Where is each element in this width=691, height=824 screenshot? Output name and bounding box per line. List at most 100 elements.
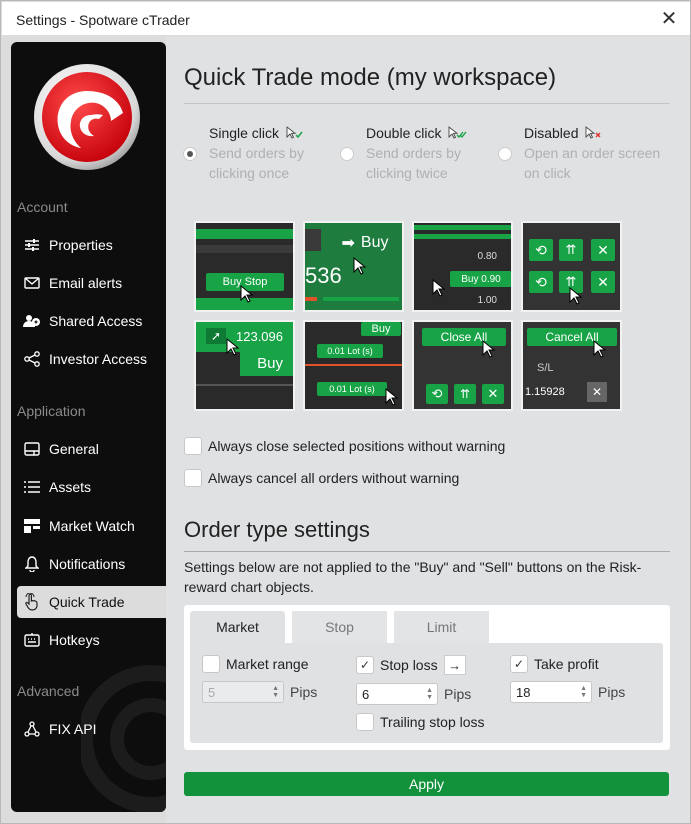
tab-stop[interactable]: Stop <box>292 611 387 643</box>
general-icon <box>22 439 42 459</box>
sidebar-item-properties[interactable]: Properties <box>17 229 166 261</box>
take-profit-input[interactable]: 18 ▲ ▼ <box>510 681 592 703</box>
price-label: 1.15928 <box>525 386 565 398</box>
quick-trade-examples: Buy Stop ➡ Buy 536 0.80 Buy 0.90 1.00 ⟲ … <box>194 221 626 411</box>
tab-limit[interactable]: Limit <box>394 611 489 643</box>
input-value: 5 <box>208 684 216 700</box>
field-label: Stop loss <box>380 657 438 673</box>
market-range-option[interactable]: Market range <box>202 655 308 673</box>
envelope-icon <box>22 273 42 293</box>
mode-description: Send orders by clicking twice <box>366 145 461 181</box>
up-arrow-icon: ➚ <box>206 328 226 344</box>
radio-single-click[interactable] <box>183 147 197 161</box>
sidebar-item-label: Market Watch <box>49 518 135 534</box>
market-range-input[interactable]: 5 ▲ ▼ <box>202 681 284 703</box>
lot-label: 0.01 Lot (s) <box>317 382 387 396</box>
take-profit-option[interactable]: ✓ Take profit <box>510 655 599 673</box>
sidebar-item-investor-access[interactable]: Investor Access <box>17 343 166 375</box>
checkbox-take-profit[interactable]: ✓ <box>510 655 528 673</box>
option-label: Always cancel all orders without warning <box>208 470 460 486</box>
example-buy-stop: Buy Stop <box>194 221 295 312</box>
cursor-icon <box>385 388 399 406</box>
share-icon <box>22 349 42 369</box>
cursor-double-check-icon <box>449 126 468 139</box>
sidebar-item-label: Hotkeys <box>49 632 100 648</box>
section-application: Application <box>17 403 86 419</box>
close-x-icon: ✕ <box>591 239 615 261</box>
option-close-positions[interactable]: Always close selected positions without … <box>184 437 505 455</box>
window-title: Settings - Spotware cTrader <box>16 12 190 28</box>
keyboard-icon <box>22 630 42 650</box>
cursor-cross-icon <box>586 126 601 139</box>
network-icon <box>22 719 42 739</box>
cursor-check-icon <box>286 126 303 139</box>
mode-title: Single click <box>209 125 280 141</box>
list-icon <box>22 477 42 497</box>
close-icon[interactable]: ✕ <box>658 9 680 31</box>
close-x-icon: ✕ <box>591 271 615 293</box>
mode-single-click[interactable]: Single click Send orders by clicking onc… <box>183 125 349 183</box>
take-profit-input-group: 18 ▲ ▼ Pips <box>510 681 625 703</box>
double-arrow-icon: ⇈ <box>454 384 476 404</box>
sidebar-item-label: Quick Trade <box>49 594 125 610</box>
stepper-icon: ▲ ▼ <box>272 685 279 699</box>
sidebar-item-label: Email alerts <box>49 275 123 291</box>
radio-disabled[interactable] <box>498 147 512 161</box>
checkbox-market-range[interactable] <box>202 655 220 673</box>
sidebar-item-fix-api[interactable]: FIX API <box>17 713 166 745</box>
bell-icon <box>22 554 42 574</box>
option-cancel-orders[interactable]: Always cancel all orders without warning <box>184 469 459 487</box>
mode-double-click[interactable]: Double click Send orders by clicking twi… <box>340 125 506 183</box>
sliders-icon <box>22 235 42 255</box>
checkbox-close-positions[interactable] <box>184 437 202 455</box>
sidebar-item-notifications[interactable]: Notifications <box>17 548 166 580</box>
sidebar-item-market-watch[interactable]: Market Watch <box>17 510 166 542</box>
checkbox-trailing-stop[interactable] <box>356 713 374 731</box>
sidebar: Account Properties Email alerts Shared A… <box>11 42 166 812</box>
mode-disabled[interactable]: Disabled Open an order screen on click <box>498 125 664 183</box>
price-label: 123.096 <box>236 329 283 344</box>
market-range-input-group: 5 ▲ ▼ Pips <box>202 681 317 703</box>
title-bar: Settings - Spotware cTrader ✕ <box>2 2 690 36</box>
sidebar-item-hotkeys[interactable]: Hotkeys <box>17 624 166 656</box>
section-advanced: Advanced <box>17 683 80 699</box>
sidebar-item-email-alerts[interactable]: Email alerts <box>17 267 166 299</box>
unit-label: Pips <box>598 684 626 700</box>
radio-double-click[interactable] <box>340 147 354 161</box>
stop-loss-input[interactable]: 6 ▲ ▼ <box>356 683 438 705</box>
content-area: Quick Trade mode (my workspace) Single c… <box>166 37 690 823</box>
buy-label: Buy <box>361 322 401 336</box>
sidebar-item-general[interactable]: General <box>17 433 166 465</box>
example-close-all: Close All ⟲ ⇈ ✕ <box>412 320 513 411</box>
input-value: 18 <box>516 684 531 700</box>
unit-label: Pips <box>290 684 318 700</box>
mode-description: Send orders by clicking once <box>209 145 304 181</box>
arrow-right-icon[interactable]: → <box>443 655 466 675</box>
cursor-icon <box>569 287 583 305</box>
sidebar-item-quick-trade[interactable]: Quick Trade <box>17 586 166 618</box>
stop-loss-option[interactable]: ✓ Stop loss → <box>356 655 466 675</box>
reverse-icon: ⟲ <box>426 384 448 404</box>
order-type-panel: Market Stop Limit Market range 5 ▲ ▼ Pips … <box>184 605 670 750</box>
stop-loss-input-group: 6 ▲ ▼ Pips <box>356 683 471 705</box>
mode-title: Double click <box>366 125 442 141</box>
sidebar-item-assets[interactable]: Assets <box>17 471 166 503</box>
reverse-icon: ⟲ <box>529 271 553 293</box>
trailing-stop-option[interactable]: Trailing stop loss <box>356 713 485 731</box>
field-label: Trailing stop loss <box>380 714 485 730</box>
tab-market[interactable]: Market <box>190 611 285 643</box>
sidebar-item-label: General <box>49 441 99 457</box>
cursor-icon <box>593 340 607 358</box>
checkbox-stop-loss[interactable]: ✓ <box>356 656 374 674</box>
close-x-icon: ✕ <box>587 382 607 402</box>
apply-button[interactable]: Apply <box>184 772 669 796</box>
section-title: Order type settings <box>184 517 370 542</box>
double-arrow-icon: ⇈ <box>559 239 583 261</box>
cursor-icon <box>240 285 254 303</box>
sidebar-item-shared-access[interactable]: Shared Access <box>17 305 166 337</box>
buy-price-label: Buy 0.90 <box>450 271 511 287</box>
market-tab-content: Market range 5 ▲ ▼ Pips ✓ Stop loss → 6 ▲ ▼ … <box>190 643 663 743</box>
sidebar-item-label: Investor Access <box>49 351 148 367</box>
settings-window: Settings - Spotware cTrader ✕ Account Pr… <box>0 0 691 824</box>
checkbox-cancel-orders[interactable] <box>184 469 202 487</box>
